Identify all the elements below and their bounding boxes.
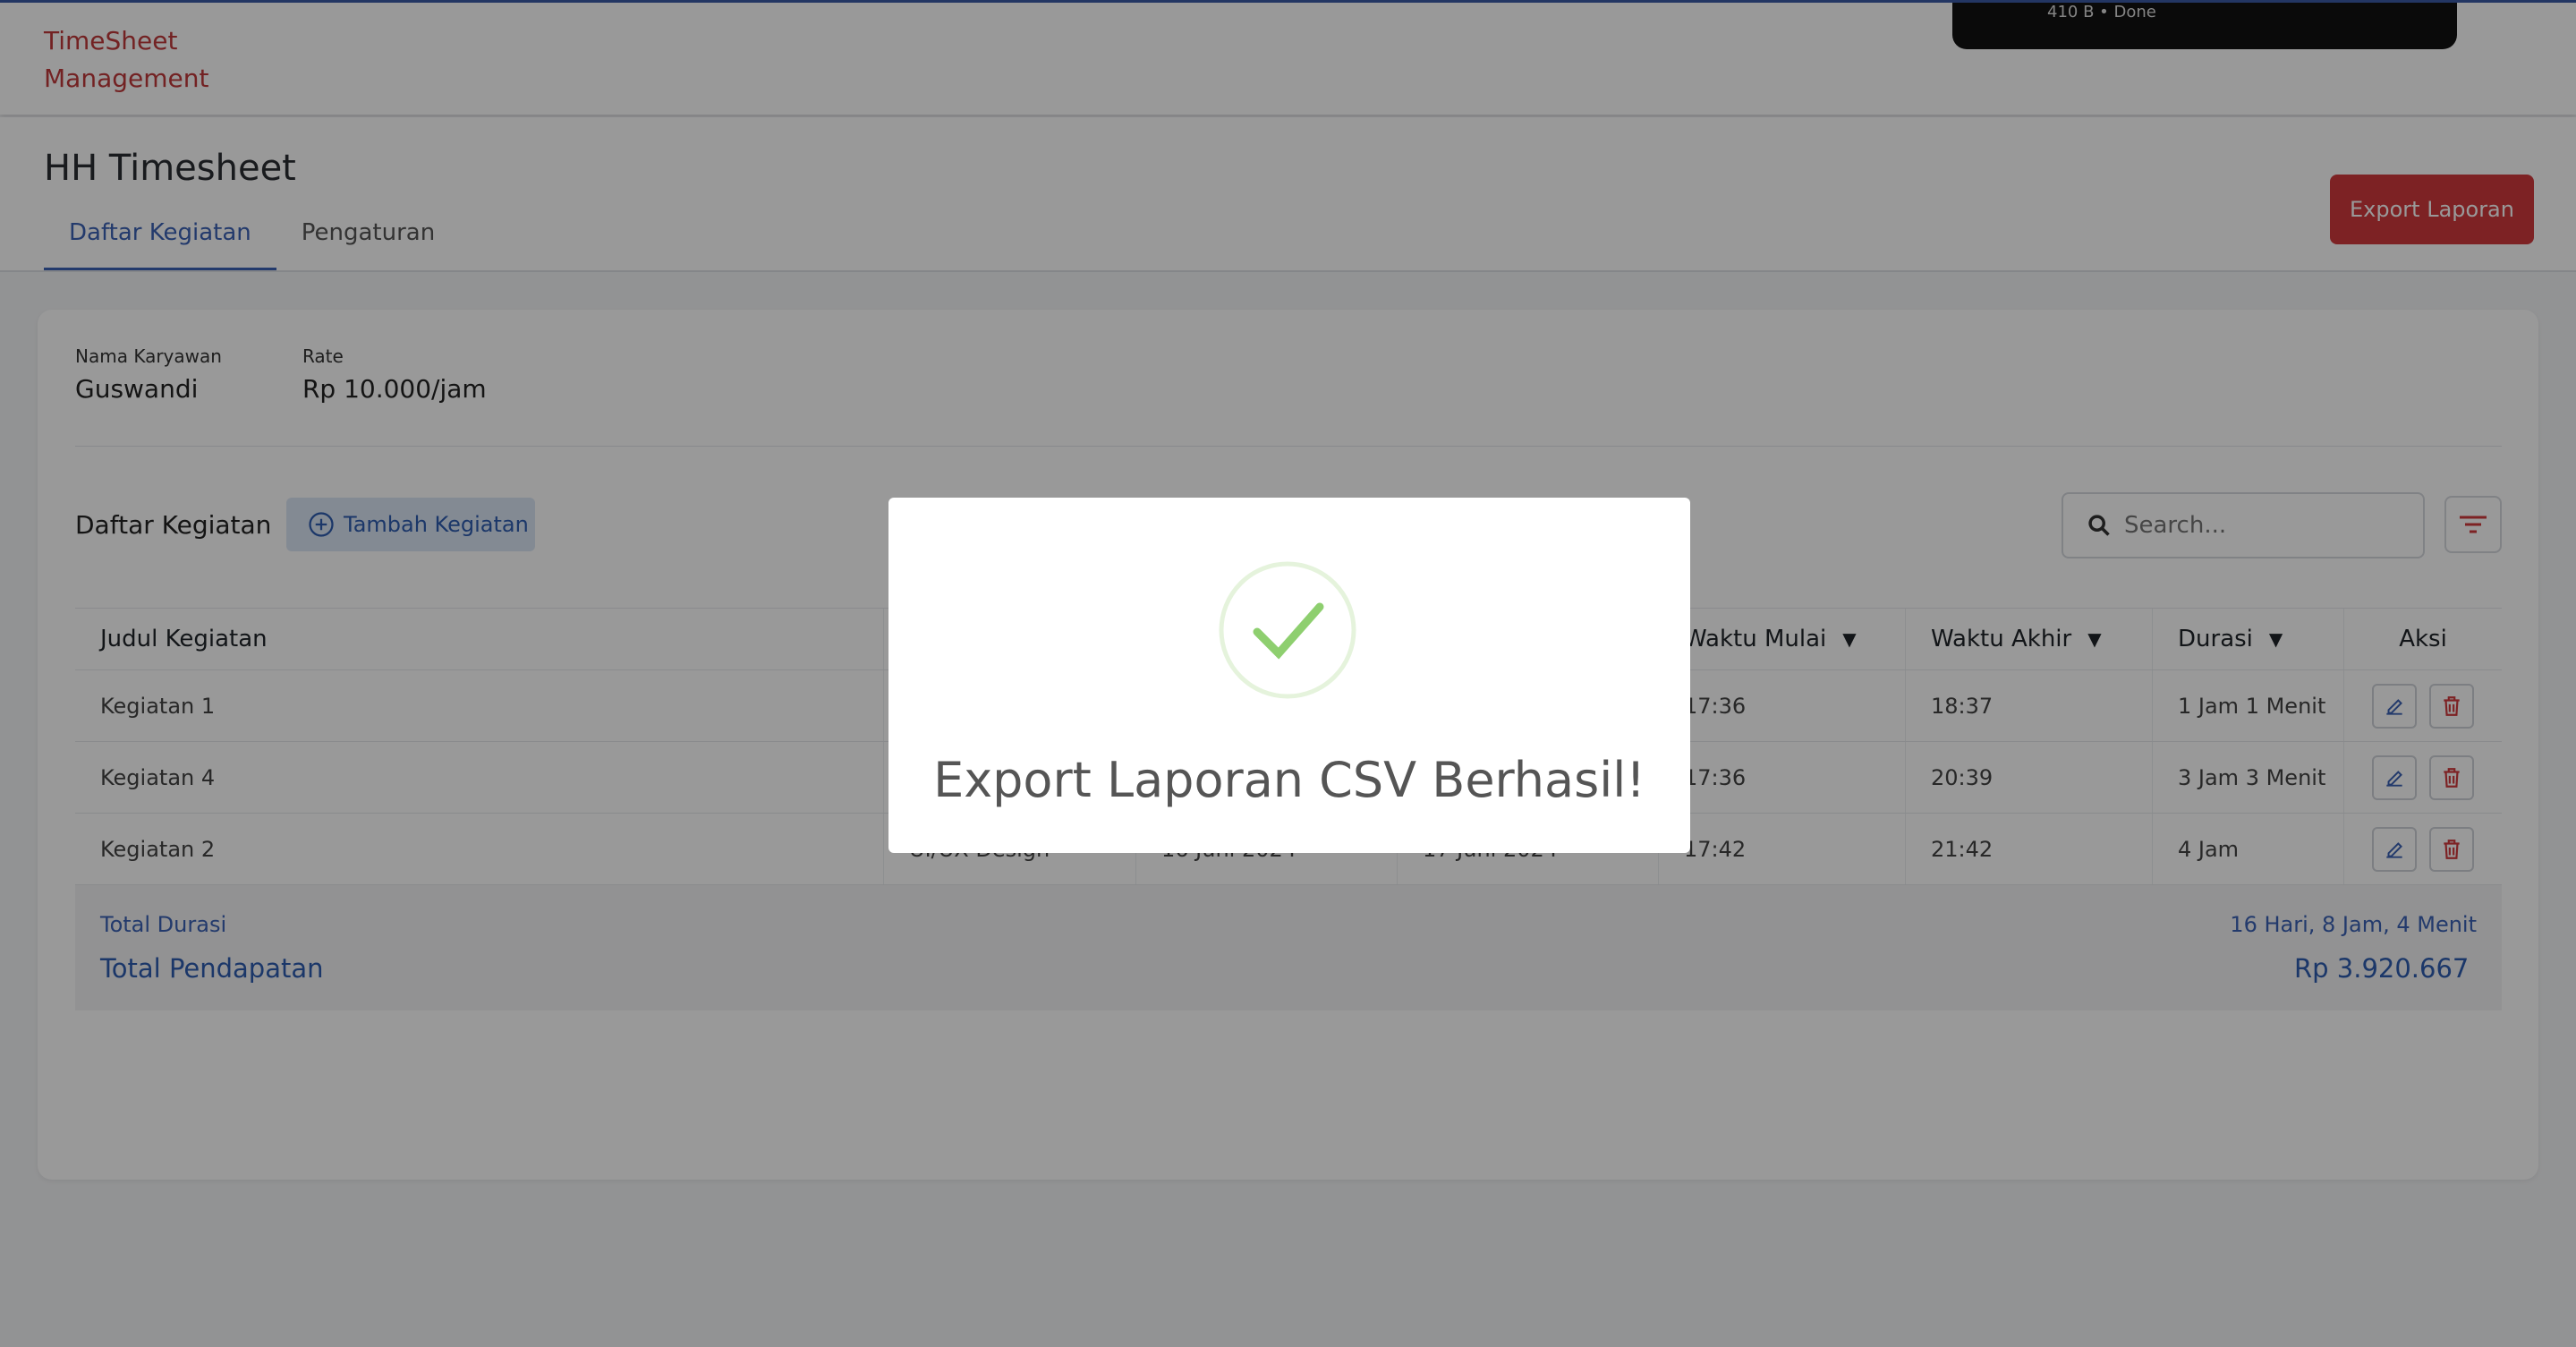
modal-backdrop[interactable]: Export Laporan CSV Berhasil! xyxy=(0,0,2576,1347)
dialog-title: Export Laporan CSV Berhasil! xyxy=(933,752,1645,808)
success-check-icon xyxy=(1219,561,1356,699)
success-dialog: Export Laporan CSV Berhasil! xyxy=(888,498,1690,853)
